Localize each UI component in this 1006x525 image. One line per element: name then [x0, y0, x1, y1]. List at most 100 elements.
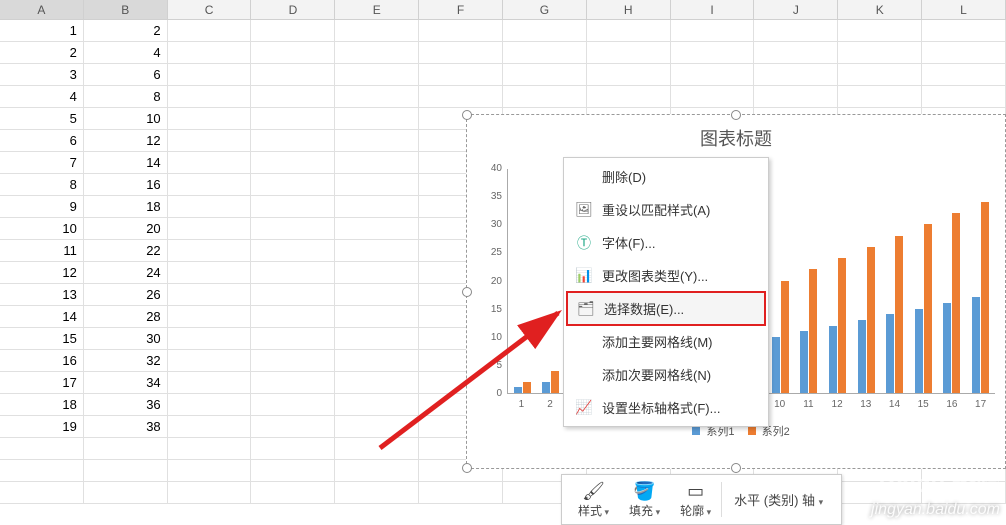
cell[interactable]: 10 — [84, 108, 168, 129]
bar-series2[interactable] — [838, 258, 846, 393]
cell[interactable] — [922, 64, 1006, 85]
cell[interactable] — [168, 372, 252, 393]
cell[interactable] — [335, 108, 419, 129]
menu-delete[interactable]: 删除(D) — [564, 160, 768, 193]
cell[interactable] — [922, 86, 1006, 107]
cell[interactable]: 30 — [84, 328, 168, 349]
cell[interactable] — [587, 20, 671, 41]
bar-group[interactable] — [880, 236, 909, 394]
resize-handle[interactable] — [462, 287, 472, 297]
cell[interactable] — [251, 262, 335, 283]
bar-series1[interactable] — [943, 303, 951, 393]
cell[interactable] — [168, 394, 252, 415]
cell[interactable] — [419, 86, 503, 107]
column-header[interactable]: B — [84, 0, 168, 19]
cell[interactable] — [84, 460, 168, 481]
fill-button[interactable]: 🪣 填充 — [619, 478, 670, 521]
cell[interactable] — [754, 86, 838, 107]
menu-reset-style[interactable]: 🖼 重设以匹配样式(A) — [564, 193, 768, 226]
cell[interactable] — [503, 86, 587, 107]
column-header[interactable]: G — [503, 0, 587, 19]
cell[interactable] — [335, 86, 419, 107]
resize-handle[interactable] — [462, 463, 472, 473]
cell[interactable] — [335, 328, 419, 349]
cell[interactable]: 18 — [84, 196, 168, 217]
cell[interactable] — [587, 42, 671, 63]
menu-add-major-gridlines[interactable]: 添加主要网格线(M) — [564, 325, 768, 358]
cell[interactable]: 5 — [0, 108, 84, 129]
cell[interactable] — [503, 64, 587, 85]
cell[interactable] — [168, 64, 252, 85]
bar-series1[interactable] — [915, 309, 923, 393]
cell[interactable] — [251, 372, 335, 393]
cell[interactable]: 6 — [84, 64, 168, 85]
cell[interactable] — [168, 350, 252, 371]
cell[interactable] — [335, 350, 419, 371]
cell[interactable]: 36 — [84, 394, 168, 415]
cell[interactable] — [335, 196, 419, 217]
cell[interactable] — [251, 284, 335, 305]
cell[interactable] — [503, 20, 587, 41]
outline-button[interactable]: ▭ 轮廓 — [670, 478, 721, 521]
cell[interactable]: 2 — [0, 42, 84, 63]
cell[interactable] — [84, 482, 168, 503]
cell[interactable] — [168, 328, 252, 349]
cell[interactable] — [335, 42, 419, 63]
cell[interactable]: 8 — [84, 86, 168, 107]
cell[interactable]: 12 — [84, 130, 168, 151]
cell[interactable]: 7 — [0, 152, 84, 173]
cell[interactable] — [168, 262, 252, 283]
cell[interactable] — [251, 438, 335, 459]
cell[interactable] — [335, 482, 419, 503]
cell[interactable] — [754, 20, 838, 41]
cell[interactable] — [922, 42, 1006, 63]
cell[interactable] — [335, 218, 419, 239]
cell[interactable] — [419, 64, 503, 85]
column-header[interactable]: K — [838, 0, 922, 19]
bar-series1[interactable] — [858, 320, 866, 393]
cell[interactable] — [251, 108, 335, 129]
cell[interactable] — [838, 86, 922, 107]
cell[interactable] — [251, 328, 335, 349]
bar-series1[interactable] — [800, 331, 808, 393]
cell[interactable] — [838, 20, 922, 41]
cell[interactable]: 9 — [0, 196, 84, 217]
cell[interactable] — [251, 240, 335, 261]
cell[interactable]: 6 — [0, 130, 84, 151]
cell[interactable] — [922, 20, 1006, 41]
cell[interactable] — [335, 152, 419, 173]
bar-series2[interactable] — [981, 202, 989, 393]
cell[interactable] — [0, 460, 84, 481]
menu-change-chart-type[interactable]: 📊 更改图表类型(Y)... — [564, 259, 768, 292]
bar-group[interactable] — [938, 213, 967, 393]
cell[interactable] — [168, 20, 252, 41]
cell[interactable] — [335, 174, 419, 195]
bar-series1[interactable] — [829, 326, 837, 394]
bar-series1[interactable] — [514, 387, 522, 393]
cell[interactable] — [168, 218, 252, 239]
cell[interactable] — [251, 152, 335, 173]
cell[interactable]: 34 — [84, 372, 168, 393]
axis-selector[interactable]: 水平 (类别) 轴 — [721, 482, 835, 517]
cell[interactable] — [335, 372, 419, 393]
cell[interactable] — [587, 86, 671, 107]
cell[interactable] — [251, 218, 335, 239]
bar-group[interactable] — [537, 371, 566, 394]
cell[interactable] — [503, 42, 587, 63]
cell[interactable] — [671, 86, 755, 107]
cell[interactable] — [335, 416, 419, 437]
cell[interactable] — [671, 20, 755, 41]
chart-title[interactable]: 图表标题 — [467, 115, 1005, 151]
cell[interactable]: 26 — [84, 284, 168, 305]
cell[interactable] — [335, 284, 419, 305]
bar-group[interactable] — [823, 258, 852, 393]
resize-handle[interactable] — [731, 463, 741, 473]
cell[interactable] — [168, 108, 252, 129]
cell[interactable]: 14 — [84, 152, 168, 173]
cell[interactable]: 17 — [0, 372, 84, 393]
cell[interactable]: 32 — [84, 350, 168, 371]
cell[interactable] — [0, 438, 84, 459]
cell[interactable]: 8 — [0, 174, 84, 195]
bar-series2[interactable] — [924, 224, 932, 393]
cell[interactable] — [838, 42, 922, 63]
